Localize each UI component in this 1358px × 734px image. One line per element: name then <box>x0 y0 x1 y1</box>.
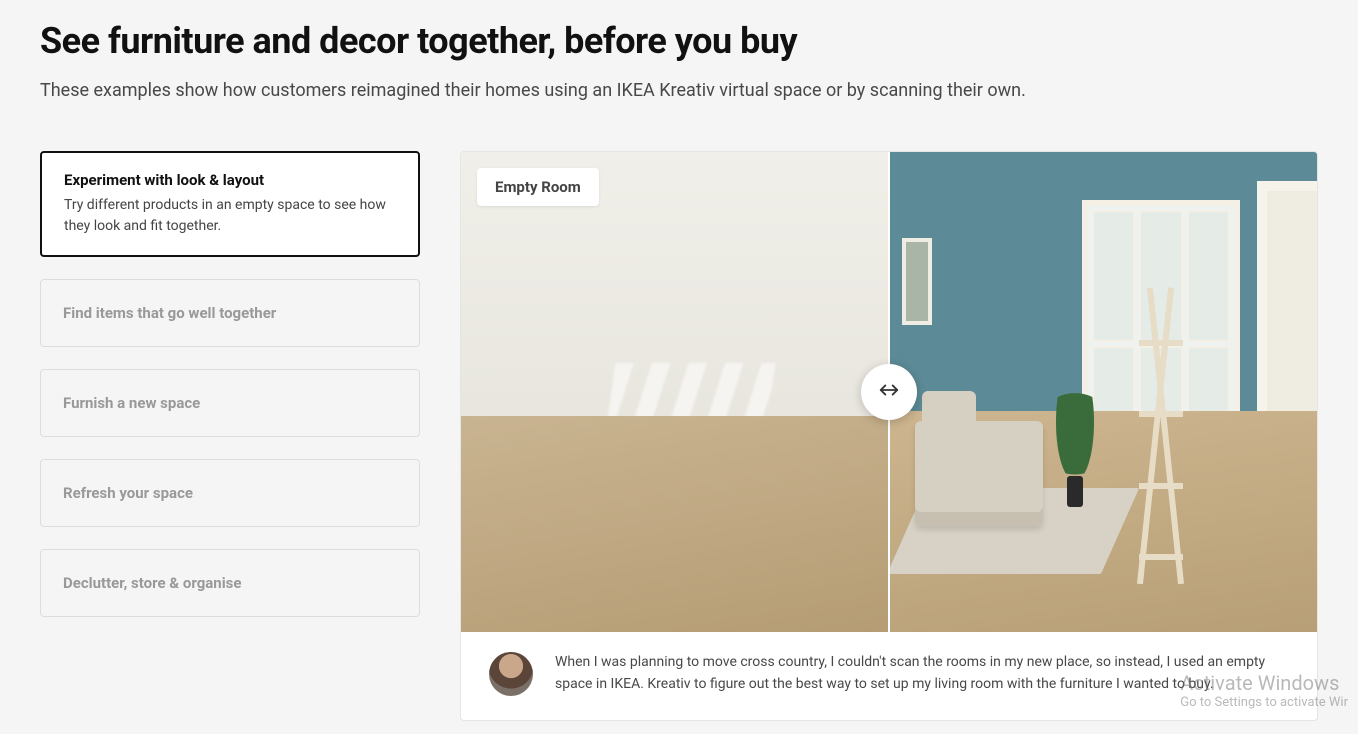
page-subheading: These examples show how customers reimag… <box>40 80 1318 101</box>
testimonial: When I was planning to move cross countr… <box>461 632 1317 720</box>
comparison-viewer: Empty Room <box>461 152 1317 632</box>
option-title: Refresh your space <box>63 484 397 502</box>
sunlight-decor <box>598 363 775 483</box>
wall-art-decor <box>902 238 932 324</box>
room-before <box>461 152 889 632</box>
option-title: Furnish a new space <box>63 394 397 412</box>
option-refresh-space[interactable]: Refresh your space <box>40 459 420 527</box>
option-desc: Try different products in an empty space… <box>64 195 396 237</box>
avatar <box>489 652 533 696</box>
testimonial-quote: When I was planning to move cross countr… <box>555 652 1289 695</box>
option-title: Find items that go well together <box>63 304 397 322</box>
option-list: Experiment with look & layout Try differ… <box>40 151 420 617</box>
option-title: Declutter, store & organise <box>63 574 397 592</box>
option-find-items-together[interactable]: Find items that go well together <box>40 279 420 347</box>
viewer-panel: Empty Room When I was planning to move c… <box>460 151 1318 721</box>
viewer-badge: Empty Room <box>477 168 599 206</box>
option-declutter-organise[interactable]: Declutter, store & organise <box>40 549 420 617</box>
room-after <box>889 152 1317 632</box>
option-furnish-new-space[interactable]: Furnish a new space <box>40 369 420 437</box>
option-experiment-look-layout[interactable]: Experiment with look & layout Try differ… <box>40 151 420 257</box>
plant-decor <box>1056 363 1095 507</box>
arrows-horizontal-icon <box>878 379 900 405</box>
comparison-slider-handle[interactable] <box>861 364 917 420</box>
page-title: See furniture and decor together, before… <box>40 20 1318 62</box>
shelf-decor <box>1133 286 1189 584</box>
option-title: Experiment with look & layout <box>64 171 396 189</box>
sofa-decor <box>915 421 1043 527</box>
